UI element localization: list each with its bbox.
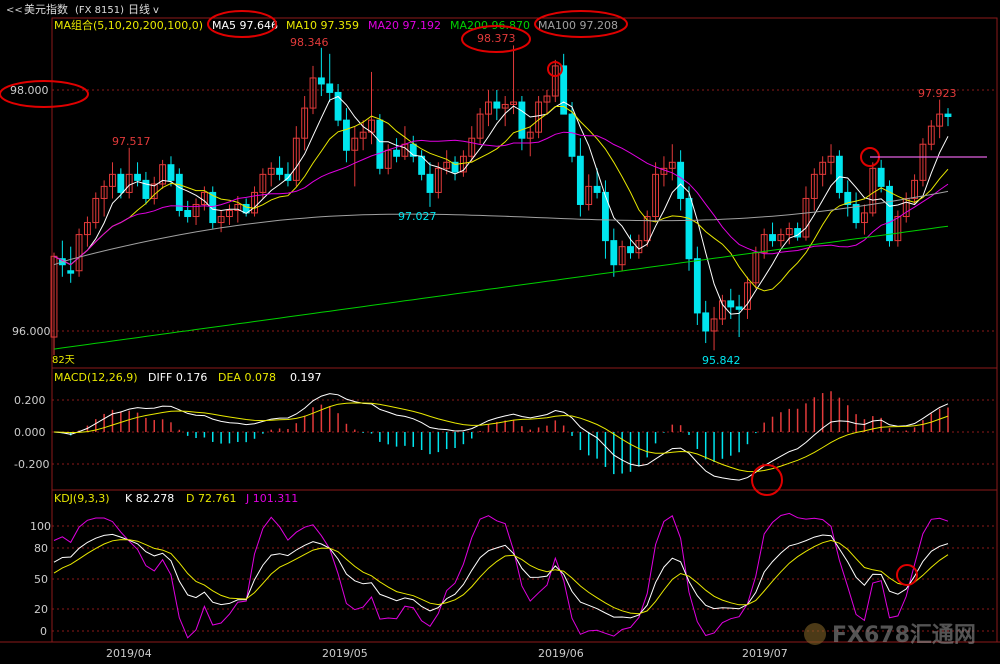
candle-body <box>593 185 601 193</box>
candle-body <box>576 155 584 205</box>
price-annotation: 97.923 <box>918 87 957 100</box>
macd-axis-label: 0.200 <box>14 394 46 407</box>
kdj-axis-label: 20 <box>34 603 48 616</box>
candle-body <box>175 173 183 212</box>
candle-body <box>376 119 384 169</box>
price-annotation: 95.842 <box>702 354 741 367</box>
kdj-d-label: D 72.761 <box>186 492 236 505</box>
candle <box>835 150 843 199</box>
candle-body <box>134 173 141 181</box>
candle-body <box>769 234 776 242</box>
candle-body <box>602 191 609 242</box>
candle-body <box>835 155 843 193</box>
date-axis-label: 2019/04 <box>106 647 152 660</box>
kdj-axis-label: 0 <box>40 625 47 638</box>
kdj-k-label: K 82.278 <box>125 492 174 505</box>
macd-dea-label: DEA 0.078 <box>218 371 276 384</box>
svg-text:FX678汇通网: FX678汇通网 <box>832 623 976 648</box>
candle-body <box>677 161 685 199</box>
instrument-code: (FX 8151) <box>75 5 124 16</box>
price-axis-label: 96.000 <box>12 325 51 338</box>
kdj-j-label: J 101.311 <box>245 492 298 505</box>
candle-body <box>610 240 618 266</box>
candle-body <box>877 167 885 187</box>
candle-body <box>568 113 576 157</box>
candle-body <box>702 312 710 332</box>
price-annotation: 98.373 <box>477 32 516 45</box>
ma5-label: MA5 97.646 <box>212 19 278 32</box>
chevron-down-icon[interactable]: v <box>153 5 159 16</box>
kdj-axis-label: 50 <box>34 573 48 586</box>
candle-body <box>167 164 175 181</box>
back-icon[interactable]: << <box>6 5 23 16</box>
ma10-label: MA10 97.359 <box>286 19 359 32</box>
instrument-title: 美元指数 <box>24 2 68 16</box>
kdj-axis-label: 100 <box>30 520 51 533</box>
price-annotation: 98.346 <box>290 36 329 49</box>
candle-body <box>343 119 350 151</box>
candle-body <box>117 173 125 193</box>
price-annotation: 97.027 <box>398 210 437 223</box>
day-count-tag: 82天 <box>52 355 75 366</box>
candle <box>886 180 893 247</box>
candle-body <box>944 113 952 118</box>
candle-body <box>735 306 743 310</box>
candle-body <box>886 185 893 242</box>
candle-body <box>317 77 325 85</box>
candle-body <box>693 258 701 314</box>
candle <box>376 114 384 175</box>
ma-indicator-title[interactable]: MA组合(5,10,20,200,100,0) <box>54 18 203 32</box>
candle-body <box>393 149 400 157</box>
candle-body <box>276 167 284 175</box>
candle-body <box>326 83 334 93</box>
candle <box>693 246 701 325</box>
candle-body <box>426 173 434 193</box>
macd-title[interactable]: MACD(12,26,9) <box>54 371 138 384</box>
price-annotation: 97.517 <box>112 135 151 148</box>
macd-diff-label: DIFF 0.176 <box>148 371 207 384</box>
kdj-title[interactable]: KDJ(9,3,3) <box>54 492 110 505</box>
date-axis-label: 2019/06 <box>538 647 584 660</box>
candle-body <box>493 101 501 109</box>
candle-body <box>67 270 75 274</box>
macd-axis-label: 0.000 <box>14 426 46 439</box>
candle-body <box>518 101 526 139</box>
candle-body <box>727 300 735 308</box>
period-selector[interactable]: 日线 <box>128 2 150 16</box>
macd-axis-label: -0.200 <box>14 458 49 471</box>
ma20-label: MA20 97.192 <box>368 19 441 32</box>
candle-body <box>685 197 693 260</box>
macd-value-label: 0.197 <box>290 371 322 384</box>
date-axis-label: 2019/05 <box>322 647 368 660</box>
candle-body <box>184 210 192 218</box>
candle <box>175 168 183 217</box>
date-axis-label: 2019/07 <box>742 647 788 660</box>
price-axis-label: 98.000 <box>10 84 49 97</box>
kdj-axis-label: 80 <box>34 542 48 555</box>
candle-body <box>627 246 634 254</box>
chart-canvas: << 美元指数 (FX 8151) 日线 v 98.000 96.000 0.2… <box>0 0 1000 664</box>
ma100-label: MA100 97.208 <box>538 19 618 32</box>
